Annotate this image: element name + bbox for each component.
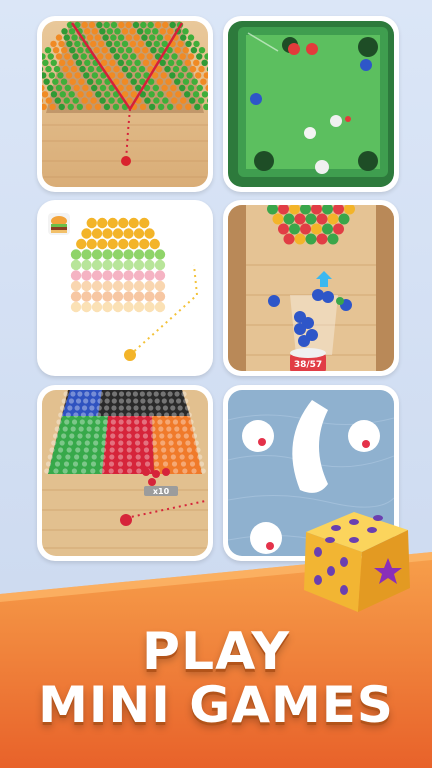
game-tile-color-blocks[interactable]: x10 bbox=[37, 385, 213, 561]
burger-icon bbox=[48, 213, 70, 235]
ball-launcher-scene: 38/57 bbox=[228, 205, 394, 371]
launcher-counter: 38/57 bbox=[294, 360, 322, 370]
burger-shooter-scene bbox=[42, 205, 208, 371]
game-tile-ball-rain[interactable] bbox=[37, 16, 213, 192]
color-blocks-scene: x10 bbox=[42, 390, 208, 556]
pool-table-scene bbox=[228, 21, 394, 187]
game-tile-burger-shooter[interactable] bbox=[37, 200, 213, 376]
game-tile-ball-launcher[interactable]: 38/57 bbox=[223, 200, 399, 376]
game-tile-pool[interactable] bbox=[223, 16, 399, 192]
dice-icon bbox=[296, 508, 420, 616]
multiplier-label: x10 bbox=[153, 487, 170, 496]
headline-line-1: PLAY bbox=[141, 622, 291, 682]
headline-line-2: MINI GAMES bbox=[38, 676, 394, 734]
ball-rain-scene bbox=[42, 21, 208, 187]
